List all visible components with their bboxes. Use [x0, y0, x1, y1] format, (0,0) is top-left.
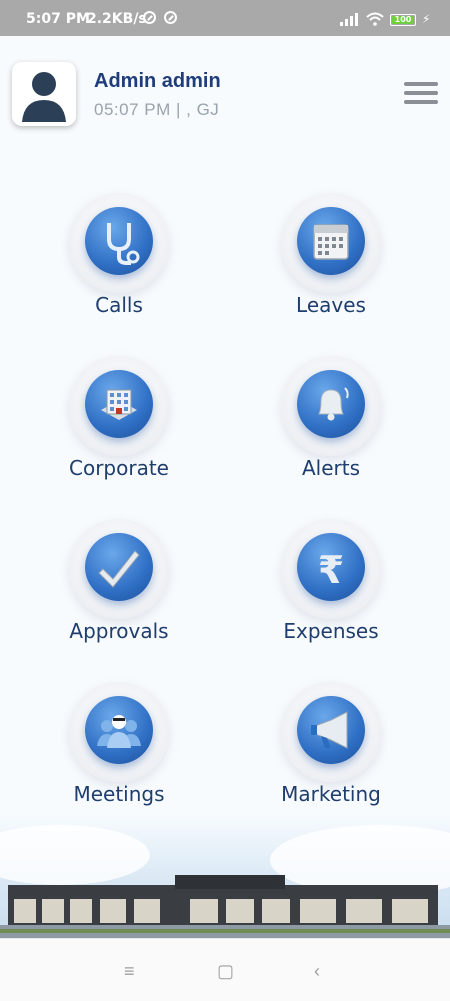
tile-halo [69, 356, 169, 456]
calls-tile[interactable]: Calls [44, 193, 194, 333]
avatar[interactable] [12, 62, 76, 126]
svg-text:₹: ₹ [318, 548, 344, 592]
tile-halo [281, 682, 381, 782]
tile-halo [69, 519, 169, 619]
checkmark-icon [85, 533, 153, 601]
home-icon[interactable]: ▢ [217, 961, 234, 982]
building-icon [85, 370, 153, 438]
stethoscope-icon [85, 207, 153, 275]
user-silhouette-icon [22, 72, 66, 122]
alerts-tile[interactable]: Alerts [256, 356, 406, 496]
tile-label: Leaves [296, 293, 366, 317]
charging-icon: ⚡ [422, 12, 431, 26]
sync-status-icon [143, 11, 156, 24]
battery-level: 100 [392, 16, 414, 24]
marketing-tile[interactable]: Marketing [256, 682, 406, 822]
system-nav-bar: ≡ ▢ ‹ [0, 938, 450, 1001]
wifi-icon [366, 12, 384, 26]
profile-header: Admin admin 05:07 PM | , GJ [0, 36, 450, 146]
back-icon[interactable]: ‹ [314, 961, 320, 982]
calendar-icon [297, 207, 365, 275]
status-bar: 5:07 PM 2.2KB/s 100 ⚡ [0, 0, 450, 36]
tile-halo [281, 193, 381, 293]
tile-label: Alerts [301, 456, 361, 480]
user-time-location: 05:07 PM | , GJ [94, 100, 220, 119]
leaves-tile[interactable]: Leaves [256, 193, 406, 333]
tile-label: Approvals [69, 619, 169, 643]
signal-icon [340, 13, 360, 26]
tile-halo [69, 682, 169, 782]
rupee-icon: ₹ [297, 533, 365, 601]
corporate-tile[interactable]: Corporate [44, 356, 194, 496]
expenses-tile[interactable]: ₹ Expenses [256, 519, 406, 659]
status-time: 5:07 PM [26, 11, 90, 27]
office-building-banner [0, 815, 450, 940]
tile-label: Marketing [281, 782, 381, 806]
tile-halo [281, 356, 381, 456]
approvals-tile[interactable]: Approvals [44, 519, 194, 659]
tile-label: Meetings [73, 782, 165, 806]
tile-halo [69, 193, 169, 293]
tile-label: Expenses [283, 619, 379, 643]
user-name: Admin admin [94, 70, 221, 92]
tile-label: Calls [95, 293, 143, 317]
tile-label: Corporate [69, 456, 169, 480]
hamburger-menu-icon[interactable] [404, 82, 438, 108]
meetings-tile[interactable]: Meetings [44, 682, 194, 822]
group-people-icon [85, 696, 153, 764]
status-network-speed: 2.2KB/s [87, 11, 147, 27]
bell-icon [297, 370, 365, 438]
recent-apps-icon[interactable]: ≡ [124, 961, 135, 982]
tile-halo: ₹ [281, 519, 381, 619]
sync-status-icon [164, 11, 177, 24]
megaphone-icon [297, 696, 365, 764]
battery-icon: 100 [390, 14, 416, 26]
